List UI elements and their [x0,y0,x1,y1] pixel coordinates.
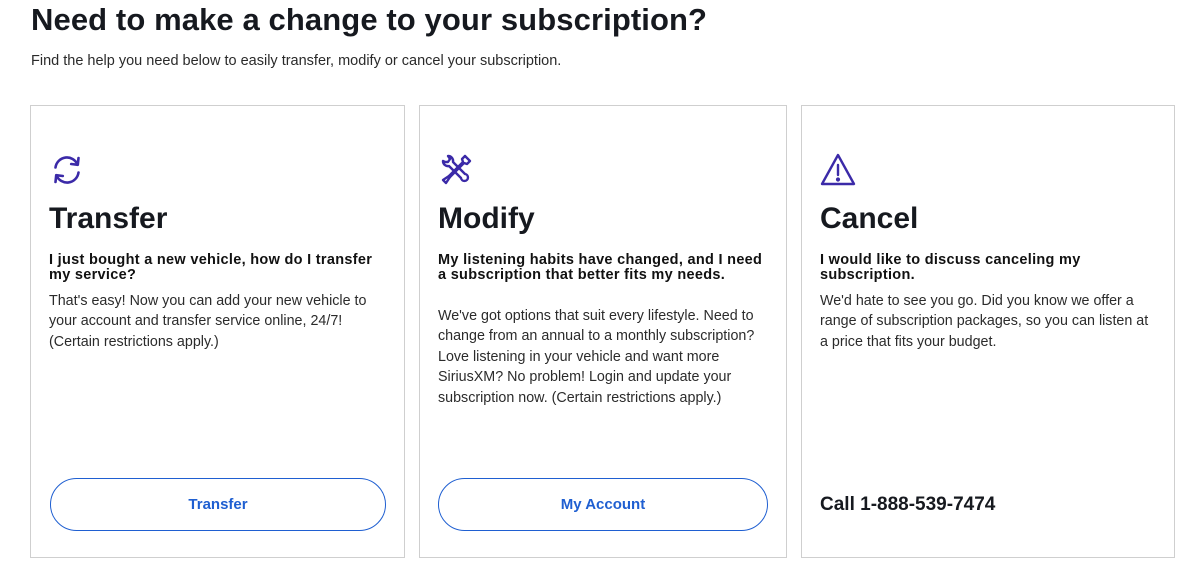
card-question: I just bought a new vehicle, how do I tr… [49,252,373,283]
card-title: Modify [438,202,535,235]
card-question: My listening habits have changed, and I … [438,252,763,283]
transfer-button[interactable]: Transfer [50,478,386,531]
card-title: Cancel [820,202,919,235]
refresh-arrows-icon [49,152,85,188]
transfer-card: Transfer I just bought a new vehicle, ho… [30,105,405,558]
card-description: We'd hate to see you go. Did you know we… [820,293,1149,350]
page-title: Need to make a change to your subscripti… [31,2,708,37]
card-title: Transfer [49,202,168,235]
warning-triangle-icon [820,152,856,188]
my-account-button[interactable]: My Account [438,478,768,531]
cancel-card: Cancel I would like to discuss canceling… [801,105,1175,558]
card-description: We've got options that suit every lifest… [438,308,755,406]
card-question: I would like to discuss canceling my sub… [820,252,1081,283]
wrench-screwdriver-icon [438,152,474,188]
card-description: That's easy! Now you can add your new ve… [49,293,367,350]
subscription-change-page: Need to make a change to your subscripti… [0,0,1200,576]
call-phone-number: Call 1-888-539-7474 [820,494,996,515]
page-subtitle: Find the help you need below to easily t… [31,53,562,69]
modify-card: Modify My listening habits have changed,… [419,105,787,558]
